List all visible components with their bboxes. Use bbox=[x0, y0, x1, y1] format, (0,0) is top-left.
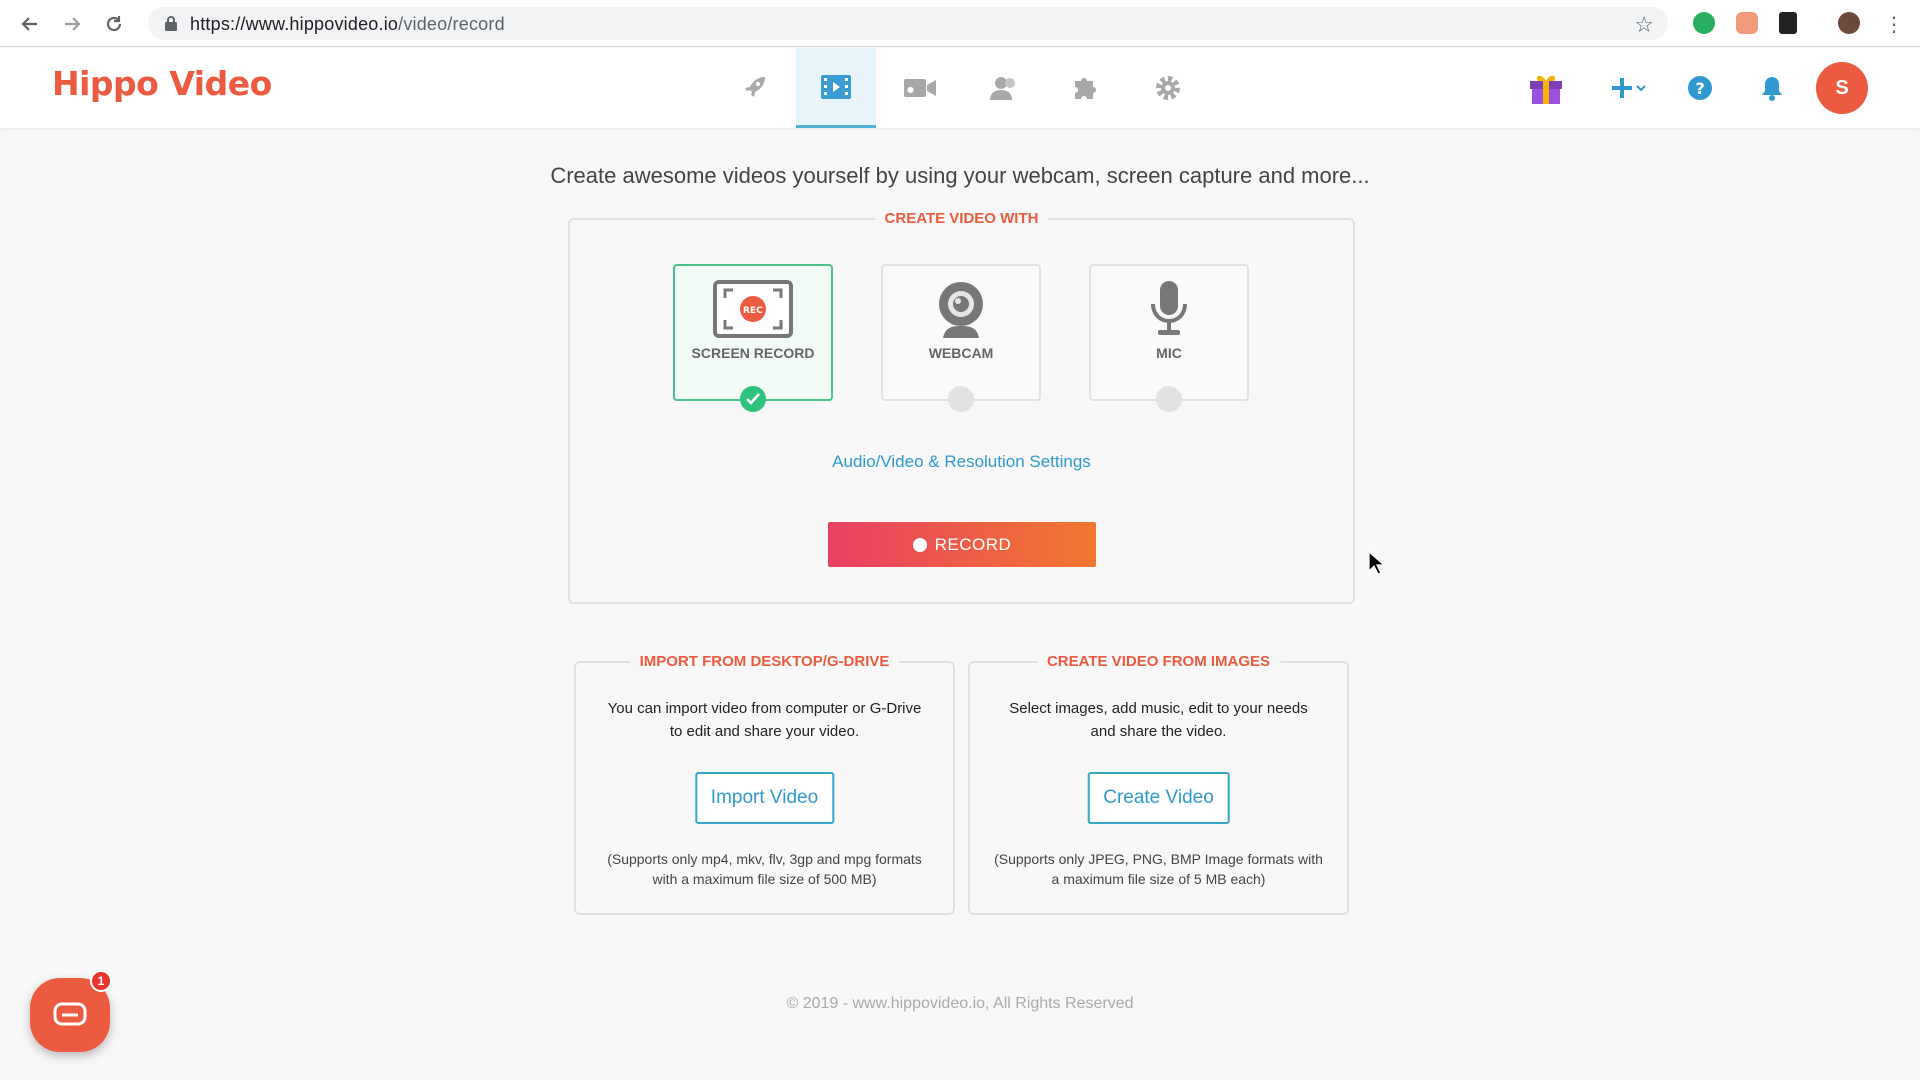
webcam-option[interactable]: WEBCAM bbox=[881, 264, 1041, 412]
reload-icon[interactable] bbox=[100, 10, 128, 38]
screen-record-label: SCREEN RECORD bbox=[691, 345, 815, 361]
add-new-icon[interactable] bbox=[1608, 68, 1654, 108]
gift-icon[interactable] bbox=[1526, 68, 1566, 108]
grammarly-extension-icon[interactable] bbox=[1693, 12, 1715, 34]
mic-option[interactable]: MIC bbox=[1089, 264, 1249, 412]
lock-icon bbox=[165, 16, 177, 31]
record-button-label: RECORD bbox=[934, 534, 1012, 554]
user-avatar[interactable]: S bbox=[1816, 62, 1868, 114]
notification-bell-icon[interactable] bbox=[1752, 68, 1792, 108]
import-card: IMPORT FROM DESKTOP/G-DRIVE You can impo… bbox=[574, 653, 955, 915]
record-video-icon[interactable]: ● bbox=[880, 48, 960, 128]
more-menu-icon[interactable]: ⋮ bbox=[1880, 10, 1908, 38]
url-host: https://www.hippovideo.io bbox=[190, 14, 399, 34]
page-tagline: Create awesome videos yourself by using … bbox=[550, 163, 1370, 188]
chat-notification-badge: 1 bbox=[90, 970, 112, 992]
webcam-icon bbox=[883, 280, 1039, 340]
record-button[interactable]: RECORD bbox=[828, 522, 1096, 567]
rocket-icon[interactable] bbox=[714, 48, 794, 128]
import-card-title: IMPORT FROM DESKTOP/G-DRIVE bbox=[629, 653, 900, 670]
svg-text:?: ? bbox=[1696, 79, 1705, 98]
mic-radio[interactable] bbox=[1156, 386, 1182, 412]
svg-text:●: ● bbox=[907, 85, 914, 94]
document-extension-icon[interactable] bbox=[1779, 12, 1797, 34]
create-video-button[interactable]: Create Video bbox=[1087, 772, 1230, 824]
profile-avatar-icon[interactable] bbox=[1838, 12, 1860, 34]
rec-text: REC bbox=[743, 306, 763, 316]
mic-label: MIC bbox=[1156, 345, 1182, 361]
app-header: Hippo Video ● ? S bbox=[0, 48, 1920, 128]
webcam-label: WEBCAM bbox=[928, 345, 994, 361]
address-bar[interactable]: https://www.hippovideo.io/video/record ☆ bbox=[148, 7, 1668, 40]
hippo-extension-icon[interactable] bbox=[1736, 12, 1758, 34]
help-icon[interactable]: ? bbox=[1680, 68, 1720, 108]
contacts-icon[interactable] bbox=[964, 48, 1044, 128]
import-card-description: You can import video from computer or G-… bbox=[607, 700, 922, 740]
screen-record-option[interactable]: REC SCREEN RECORD bbox=[673, 264, 833, 412]
hippo-video-logo[interactable]: Hippo Video bbox=[52, 64, 272, 103]
forward-arrow-icon[interactable] bbox=[58, 10, 86, 38]
create-video-with-panel: CREATE VIDEO WITH REC SCREEN RECORD WEBC… bbox=[568, 210, 1355, 604]
bookmark-star-icon[interactable]: ☆ bbox=[1634, 12, 1654, 38]
url-text: https://www.hippovideo.io/video/record bbox=[190, 14, 505, 35]
record-dot-icon bbox=[912, 537, 927, 552]
settings-gear-icon[interactable] bbox=[1128, 48, 1208, 128]
images-card-title: CREATE VIDEO FROM IMAGES bbox=[1036, 653, 1281, 670]
chat-bubble-icon bbox=[53, 1002, 87, 1026]
images-card-description: Select images, add music, edit to your n… bbox=[1009, 700, 1308, 740]
import-video-button[interactable]: Import Video bbox=[694, 772, 835, 824]
mouse-cursor-icon bbox=[1368, 551, 1384, 575]
footer-copyright: © 2019 - www.hippovideo.io, All Rights R… bbox=[786, 995, 1134, 1012]
back-arrow-icon[interactable] bbox=[16, 10, 44, 38]
screen-record-check-icon[interactable] bbox=[740, 386, 766, 412]
browser-toolbar: https://www.hippovideo.io/video/record ☆… bbox=[0, 0, 1920, 47]
video-library-icon[interactable] bbox=[796, 48, 876, 128]
images-card: CREATE VIDEO FROM IMAGES Select images, … bbox=[968, 653, 1349, 915]
create-video-with-title: CREATE VIDEO WITH bbox=[874, 210, 1049, 227]
import-card-note: (Supports only mp4, mkv, flv, 3gp and mp… bbox=[607, 851, 922, 887]
microphone-icon bbox=[1091, 280, 1247, 338]
integrations-puzzle-icon[interactable] bbox=[1046, 48, 1126, 128]
screen-record-icon: REC bbox=[675, 280, 831, 338]
webcam-radio[interactable] bbox=[948, 386, 974, 412]
images-card-note: (Supports only JPEG, PNG, BMP Image form… bbox=[994, 851, 1323, 887]
url-path: /video/record bbox=[398, 14, 505, 34]
audio-video-settings-link[interactable]: Audio/Video & Resolution Settings bbox=[570, 452, 1353, 472]
